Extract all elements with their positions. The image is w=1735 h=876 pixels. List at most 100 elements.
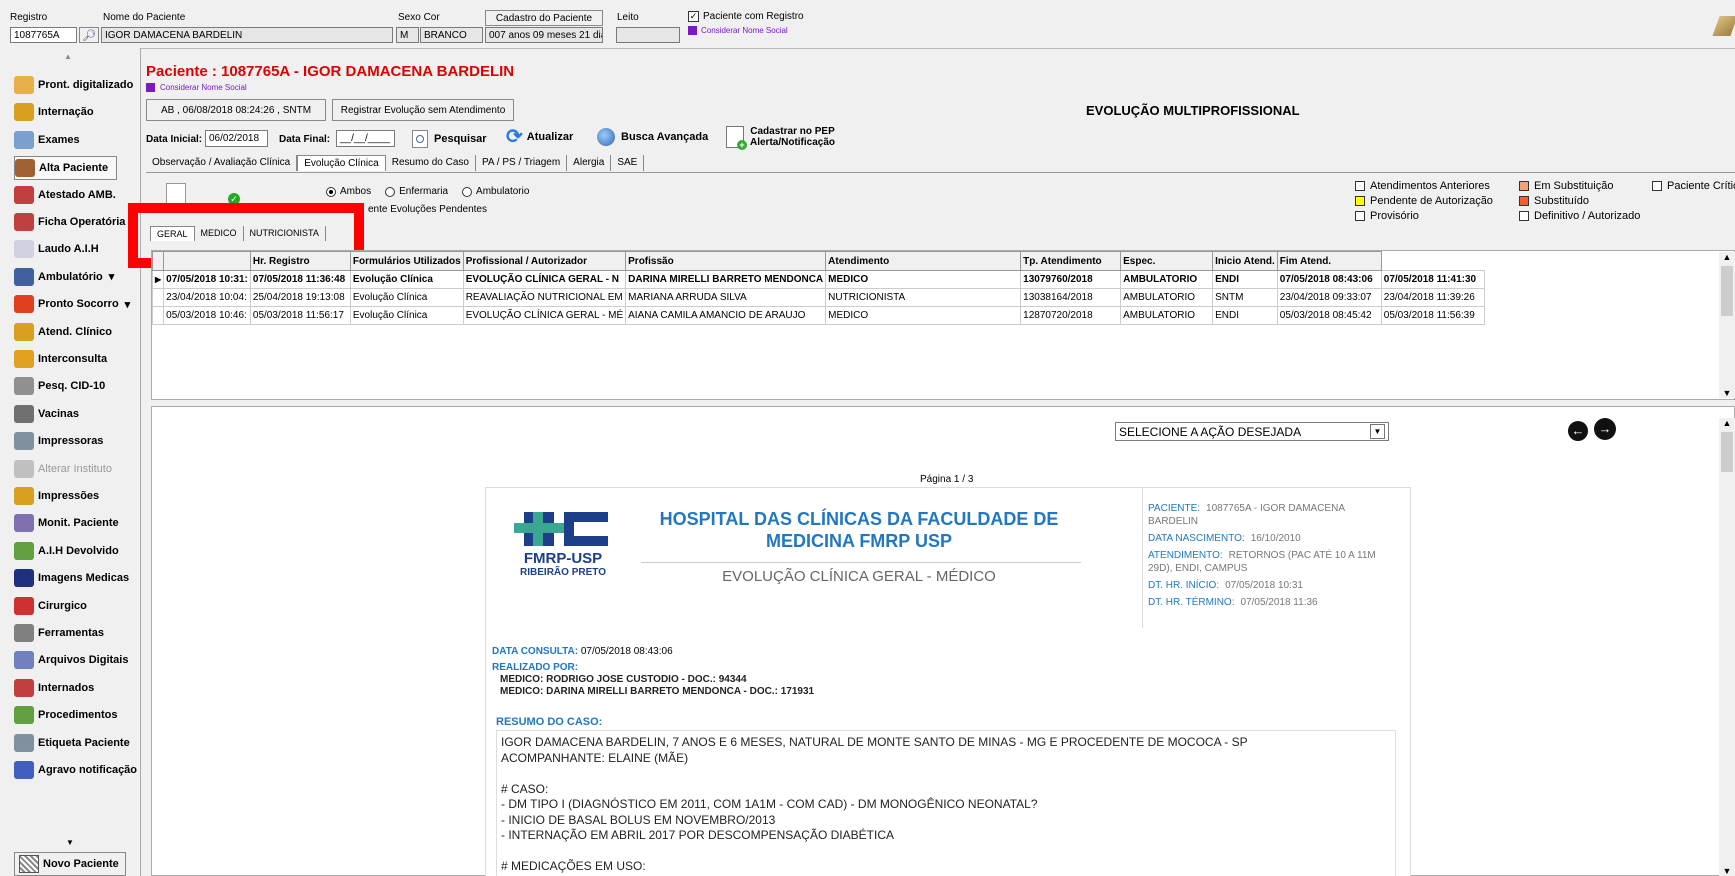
main-tab[interactable]: SAE	[611, 155, 645, 171]
sidebar-item[interactable]: Procedimentos	[14, 704, 117, 726]
acao-select-value: SELECIONE A AÇÃO DESEJADA	[1119, 424, 1302, 439]
scroll-down-icon[interactable]: ▼	[66, 838, 74, 847]
table-cell: 07/05/2018 11:36:48	[249, 270, 351, 289]
resumo-line: - INICIO DE BASAL BOLUS EM NOVEMBRO/2013	[501, 812, 776, 827]
table-header-cell[interactable]: Profissão	[625, 251, 827, 271]
main-tab[interactable]: Alergia	[567, 155, 612, 171]
sidebar-item[interactable]: Pronto Socorro ▾	[14, 293, 130, 315]
sidebar-item[interactable]: Exames	[14, 129, 80, 151]
sub-tab[interactable]: NUTRICIONISTA	[244, 226, 326, 241]
table-header-cell[interactable]: Atendimento	[825, 251, 1022, 271]
sidebar-item[interactable]: Impressões	[14, 485, 99, 507]
header-nome-social[interactable]: Considerar Nome Social	[146, 83, 247, 92]
sidebar-item[interactable]: Pesq. CID-10	[14, 375, 105, 397]
table-header-cell[interactable]: Fim Atend.	[1276, 251, 1382, 271]
sidebar-item[interactable]: Laudo A.I.H	[14, 238, 99, 260]
paciente-registro-checkbox[interactable]: ✓ Paciente com Registro	[688, 11, 804, 22]
registro-field[interactable]: 1087765A	[10, 27, 77, 43]
atualizar-button[interactable]: ⟳ Atualizar	[506, 127, 573, 147]
table-header-cell[interactable]: Espec.	[1120, 251, 1214, 271]
radio-enfermaria[interactable]: Enfermaria	[385, 186, 448, 197]
next-page-icon[interactable]: →	[1594, 418, 1616, 440]
sidebar-item[interactable]: Monit. Paciente	[14, 512, 119, 534]
viewer-scrollbar[interactable]: ▲ ▼	[1719, 418, 1735, 876]
cadastro-paciente-button[interactable]: Cadastro do Paciente	[485, 10, 603, 26]
legend-label: Atendimentos Anteriores	[1370, 180, 1490, 192]
sidebar-item[interactable]: Atend. Clínico	[14, 321, 112, 343]
chevron-down-icon[interactable]: ▾	[109, 270, 115, 283]
sidebar-item[interactable]: Vacinas	[14, 403, 79, 425]
legend-item: Definitivo / Autorizado	[1519, 210, 1640, 222]
sidebar-item[interactable]: A.I.H Devolvido	[14, 540, 119, 562]
sub-tab[interactable]: MEDICO	[195, 226, 244, 241]
page-indicator: Página 1 / 3	[920, 474, 974, 485]
table-header-cell[interactable]: Tp. Atendimento	[1020, 251, 1122, 271]
nome-social-label: Considerar Nome Social	[701, 26, 788, 35]
main-tab[interactable]: PA / PS / Triagem	[476, 155, 568, 171]
data-consulta: DATA CONSULTA: 07/05/2018 08:43:06	[492, 646, 673, 657]
resumo-line	[501, 844, 1391, 860]
novo-paciente-button[interactable]: Novo Paciente	[14, 852, 126, 876]
sidebar-item[interactable]: Imagens Medicas	[14, 567, 129, 589]
pendentes-option[interactable]: ente Evoluções Pendentes	[368, 204, 487, 215]
busca-avancada-button[interactable]: Busca Avançada	[597, 128, 708, 146]
pesquisar-label: Pesquisar	[434, 133, 487, 145]
sidebar-item[interactable]: Pront. digitalizado	[14, 74, 133, 96]
sidebar-item[interactable]: Impressoras	[14, 430, 103, 452]
sidebar-item-label: Ferramentas	[38, 627, 105, 639]
table-row[interactable]: 23/04/2018 10:04: 25/04/2018 19:13:08 Evol…	[152, 288, 1485, 307]
table-cell: AMBULATORIO	[1120, 270, 1214, 289]
house-icon	[15, 159, 35, 178]
table-header-cell[interactable]: Hr. Registro	[249, 251, 351, 271]
nome-social-option[interactable]: Considerar Nome Social	[688, 26, 788, 35]
sidebar-item[interactable]: Arquivos Digitais	[14, 649, 128, 671]
sidebar-item-label: Ambulatório	[38, 270, 103, 283]
registrar-evolucao-button[interactable]: Registrar Evolução sem Atendimento	[332, 99, 514, 121]
sidebar-item[interactable]: Internação	[14, 101, 94, 123]
data-inicial-field[interactable]: 06/02/2018	[205, 130, 268, 147]
table-header-cell[interactable]: Formulários Utilizados	[349, 251, 464, 271]
cadastrar-pep-button[interactable]: + Cadastrar no PEP Alerta/Notificação	[726, 126, 835, 150]
main-tab[interactable]: Resumo do Caso	[386, 155, 476, 171]
table-header-cell[interactable]: Inicio Atend.	[1212, 251, 1278, 271]
sidebar-item[interactable]: Atestado AMB.	[14, 184, 116, 206]
main-tab[interactable]: Observação / Avaliação Clínica	[146, 155, 298, 171]
nome-field[interactable]: IGOR DAMACENA BARDELIN	[101, 27, 393, 43]
table-scrollbar[interactable]: ▲ ▼	[1719, 252, 1735, 398]
legend-swatch	[1355, 181, 1365, 191]
info-value: 07/05/2018 11:36	[1240, 597, 1318, 608]
table-cell: 23/04/2018 10:04:	[163, 288, 251, 307]
sidebar-item[interactable]: Agravo notificação	[14, 759, 137, 781]
table-row[interactable]: 05/03/2018 10:46: 05/03/2018 11:56:17 Evol…	[152, 306, 1485, 325]
table-header-cell[interactable]	[163, 251, 251, 271]
printer-icon	[14, 733, 34, 752]
radio-ambulatorio-label: Ambulatorio	[476, 186, 530, 197]
sidebar-item[interactable]: Etiqueta Paciente	[14, 732, 130, 754]
atendimento-button[interactable]: AB , 06/08/2018 08:24:26 , SNTM	[146, 99, 326, 121]
radio-ambos[interactable]: Ambos	[326, 186, 371, 197]
scroll-up-icon[interactable]: ▲	[64, 52, 72, 61]
prev-page-icon[interactable]: ←	[1568, 421, 1588, 441]
radio-ambulatorio[interactable]: Ambulatorio	[462, 186, 529, 197]
sidebar-item[interactable]: Ambulatório ▾	[14, 266, 114, 288]
sidebar-item[interactable]: Internados	[14, 677, 94, 699]
table-cell: ENDI	[1212, 270, 1278, 289]
sidebar-item[interactable]: Interconsulta	[14, 348, 107, 370]
sidebar-item[interactable]: Alterar Instituto	[14, 458, 112, 480]
sidebar-item[interactable]: Cirurgico	[14, 595, 87, 617]
sidebar-item[interactable]: Alta Paciente	[14, 156, 118, 181]
sidebar-item[interactable]: Ferramentas	[14, 622, 104, 644]
main-tab[interactable]: Evolução Clínica	[297, 155, 386, 171]
pesquisar-button[interactable]: Pesquisar	[412, 130, 487, 148]
data-final-field[interactable]: __/__/____	[336, 130, 395, 147]
car-icon	[14, 213, 34, 231]
sidebar-item[interactable]: Ficha Operatória	[14, 211, 125, 233]
table-row[interactable]: ▶ 07/05/2018 10:31: 07/05/2018 11:36:48 Evo…	[152, 270, 1485, 289]
acao-select[interactable]: SELECIONE A AÇÃO DESEJADA ▼	[1115, 422, 1389, 441]
search-patient-button[interactable]: 🔎︎	[79, 27, 99, 43]
table-header-cell[interactable]: Profissional / Autorizador	[462, 251, 627, 271]
pencil-icon[interactable]	[1712, 16, 1735, 36]
filter-radios: Ambos Enfermaria Ambulatorio	[326, 186, 529, 197]
sub-tab[interactable]: GERAL	[150, 226, 195, 241]
chevron-down-icon[interactable]: ▾	[125, 298, 131, 311]
